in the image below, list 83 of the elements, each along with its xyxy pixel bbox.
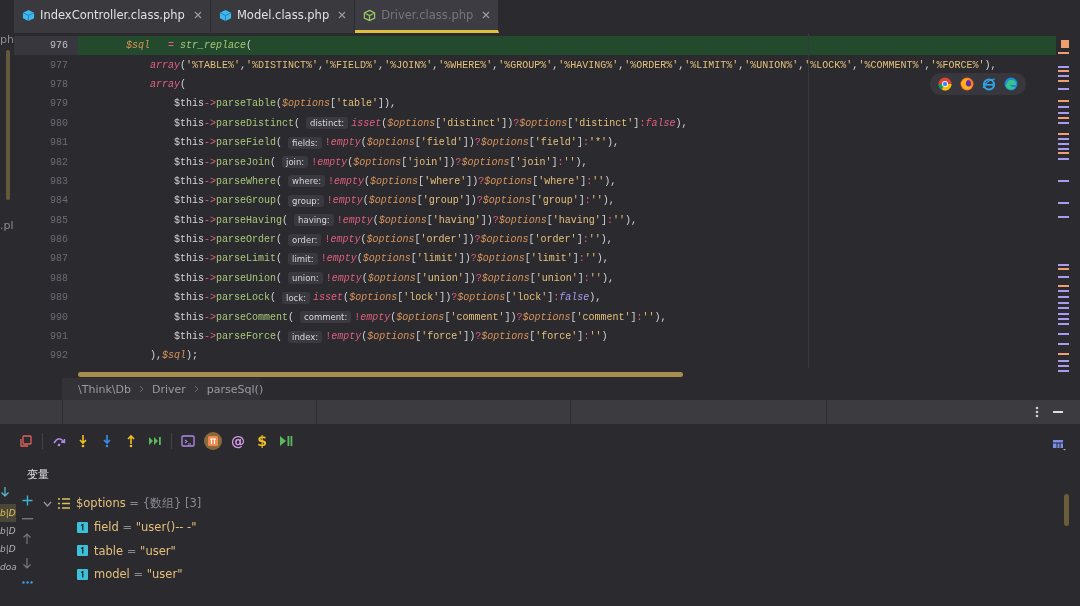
line-number: 977 [49, 58, 69, 73]
file-tab[interactable]: Model.class.php [210, 0, 356, 33]
stop-icon[interactable] [18, 433, 34, 449]
code-line: $this->parseTable($options['table']), [174, 98, 397, 110]
close-icon[interactable] [482, 11, 491, 19]
layout-icon[interactable] [1052, 439, 1066, 451]
line-number: 988 [49, 271, 69, 286]
code-line: $this->parseForce( index: !empty($options['force'])?$options['force']:'') [174, 330, 608, 343]
line-number: 984 [49, 194, 69, 209]
scrollbar-thumb[interactable] [6, 50, 10, 200]
line-number: 983 [49, 174, 69, 189]
line-number: 987 [49, 252, 69, 267]
line-number: 980 [49, 116, 69, 131]
section-title: 变量 [27, 466, 49, 482]
close-icon[interactable] [193, 11, 202, 19]
line-number: 982 [49, 155, 69, 170]
terminal-icon[interactable] [180, 433, 196, 449]
variable-entry[interactable]: model = "user" [94, 567, 183, 582]
line-number: 985 [49, 213, 69, 228]
code-line: array( [150, 78, 187, 90]
file-tab[interactable]: IndexController.class.php [14, 0, 211, 33]
more-icon[interactable] [21, 581, 33, 584]
stack-frame[interactable]: b|D [0, 504, 16, 522]
line-number: 978 [49, 77, 69, 92]
code-line: $this->parseField( fields: !empty($options['field'])?$options['field']:'*'), [174, 136, 619, 149]
resume-icon[interactable] [278, 433, 294, 449]
list-icon [58, 498, 70, 510]
browser-icon[interactable] [982, 77, 996, 91]
browser-icon[interactable] [938, 77, 952, 91]
line-number: 986 [49, 233, 69, 248]
close-icon[interactable] [338, 11, 347, 19]
field-icon [77, 521, 88, 533]
browser-icon[interactable] [960, 77, 974, 91]
code-line: $this->parseUnion( union: !empty($options['union'])?$options['union']:''), [174, 272, 614, 285]
code-line: $this->parseOrder( order: !empty($options['order'])?$options['order']:''), [174, 233, 613, 246]
cube-icon [363, 8, 377, 22]
code-line: $this->parseWhere( where: !empty($options['where'])?$options['where']:''), [174, 175, 617, 188]
line-number: 981 [49, 136, 69, 151]
variable-entry[interactable]: table = "user" [94, 543, 176, 558]
minimize-icon[interactable] [1053, 411, 1063, 414]
chevron-icon [138, 385, 144, 393]
line-number: 989 [49, 291, 69, 306]
stack-frame[interactable]: b|D [0, 540, 16, 558]
code-line: ),$sql); [150, 350, 199, 362]
code-line: $this->parseDistinct( distinct: isset($options['distinct'])?$options['distinct']:false), [174, 117, 688, 130]
code-line: $this->parseComment( comment: !empty($options['comment'])?$options['comment']:''), [174, 311, 667, 324]
line-number: 992 [49, 349, 69, 364]
cube-icon [218, 8, 232, 22]
plus-icon[interactable] [21, 495, 33, 506]
breadcrumb[interactable]: parseSql() [206, 382, 264, 396]
more-icon[interactable] [1035, 406, 1039, 418]
pi-icon[interactable] [204, 432, 222, 450]
line-number: 979 [49, 97, 69, 112]
file-name[interactable]: ph [0, 33, 14, 46]
breadcrumb[interactable]: Driver [151, 382, 186, 396]
code-line: $sql = str_replace( [126, 40, 253, 52]
variable-entry[interactable]: field = "user()-- -" [94, 520, 197, 535]
stack-frame[interactable]: b|D [0, 522, 16, 540]
chevron-icon[interactable] [43, 500, 52, 507]
field-icon [77, 568, 88, 580]
stack-frame[interactable]: doa [0, 558, 17, 576]
variable-entry[interactable]: $options = {数组} [3] [76, 496, 202, 512]
browser-icon[interactable] [1004, 77, 1018, 91]
line-number: 991 [49, 330, 69, 345]
cube-icon [22, 8, 35, 22]
scrollbar-thumb[interactable] [78, 372, 683, 377]
code-line: $this->parseJoin( join: !empty($options['join'])?$options['join']:''), [174, 156, 588, 169]
scrollbar-thumb[interactable] [1064, 494, 1069, 526]
chevron-icon [193, 385, 199, 393]
down-arrow-icon[interactable] [0, 486, 10, 498]
toolbar-button[interactable]: @ [230, 433, 246, 449]
line-number: 976 [14, 36, 78, 56]
breadcrumb[interactable]: \Think\Db [78, 382, 131, 396]
toolbar-button[interactable]: $ [254, 433, 270, 449]
code-line: $this->parseLimit( limit: !empty($options['limit'])?$options['limit']:''), [174, 253, 609, 265]
file-name[interactable]: .pl [0, 219, 14, 232]
code-line: $this->parseGroup( group: !empty($options['group'])?$options['group']:''), [174, 194, 615, 207]
field-icon [77, 545, 88, 557]
code-line: $this->parseHaving( having: !empty($options['having'])?$options['having']:''), [174, 214, 637, 227]
minus-icon[interactable] [21, 518, 33, 521]
line-number: 990 [49, 310, 69, 325]
code-line: array('%TABLE%','%DISTINCT%','%FIELD%','%JOIN%','%WHERE%','%GROUP%','%HAVING%','%ORDER%','%LIMIT%','%UNION%','%LOCK%','%COMMENT%','%FORCE%'), [150, 59, 997, 71]
code-line: $this->parseLock( lock: isset($options['lock'])?$options['lock']:false), [174, 291, 602, 304]
